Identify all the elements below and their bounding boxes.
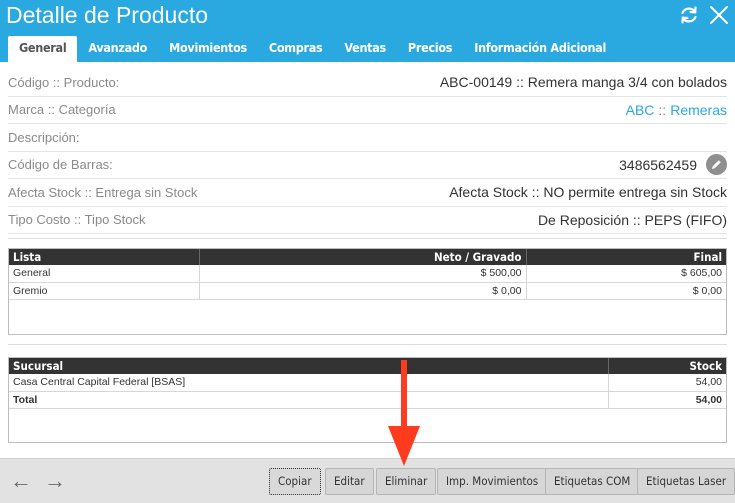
info-row-barras: Código de Barras: 3486562459	[8, 152, 727, 179]
tab-informacion-adicional[interactable]: Información Adicional	[463, 36, 617, 62]
info-row-costo: Tipo Costo :: Tipo Stock De Reposición :…	[8, 207, 727, 234]
etiquetas-laser-button[interactable]: Etiquetas Laser	[637, 468, 735, 495]
tab-ventas[interactable]: Ventas	[333, 36, 397, 62]
codigo-label: Código :: Producto:	[8, 74, 120, 90]
back-arrow-icon[interactable]: ←	[10, 468, 32, 494]
neto-cell: $ 500,00	[199, 265, 527, 283]
info-row-codigo: Código :: Producto: ABC-00149 :: Remera …	[8, 69, 727, 97]
lista-cell: General	[9, 265, 200, 283]
info-row-descripcion: Descripción:	[8, 124, 727, 152]
marca-link[interactable]: ABC	[626, 102, 655, 118]
lista-cell: Gremio	[9, 282, 200, 300]
final-cell: $ 0,00	[526, 282, 726, 300]
col-header-stock[interactable]: Stock	[608, 358, 726, 374]
total-label: Total	[9, 391, 609, 409]
marca-separator: ::	[658, 101, 667, 118]
copiar-button[interactable]: Copiar	[269, 468, 321, 495]
categoria-link[interactable]: Remeras	[670, 102, 727, 118]
etiquetas-com-button[interactable]: Etiquetas COM	[545, 468, 640, 495]
descripcion-label: Descripción:	[8, 129, 80, 145]
total-row: Total 54,00	[9, 391, 726, 409]
prices-header-row: Lista Neto / Gravado Final	[9, 249, 726, 265]
info-row-stock: Afecta Stock :: Entrega sin Stock Afecta…	[8, 179, 727, 207]
divider	[8, 238, 727, 239]
divider	[8, 344, 727, 345]
stock-value: Afecta Stock :: NO permite entrega sin S…	[449, 184, 727, 201]
stock-table: Sucursal Stock Casa Central Capital Fede…	[9, 358, 726, 409]
tab-precios[interactable]: Precios	[397, 36, 463, 62]
barras-value: 3486562459	[619, 156, 697, 173]
sucursal-cell: Casa Central Capital Federal [BSAS]	[9, 374, 609, 392]
codigo-value: ABC-00149 :: Remera manga 3/4 con bolado…	[439, 74, 727, 91]
prices-table-box: Lista Neto / Gravado Final General $ 500…	[8, 248, 727, 335]
costo-label: Tipo Costo :: Tipo Stock	[8, 212, 146, 228]
annotation-arrow	[388, 360, 420, 466]
stock-table-box: Sucursal Stock Casa Central Capital Fede…	[8, 357, 727, 443]
tab-compras[interactable]: Compras	[258, 36, 333, 62]
marca-label: Marca :: Categoría	[8, 102, 116, 118]
tab-avanzado[interactable]: Avanzado	[77, 36, 158, 62]
table-row[interactable]: General $ 500,00 $ 605,00	[9, 265, 726, 283]
dialog-title: Detalle de Producto	[6, 2, 209, 28]
tab-bar: General Avanzado Movimientos Compras Ven…	[8, 36, 617, 62]
prices-table: Lista Neto / Gravado Final General $ 500…	[9, 249, 726, 300]
costo-value: De Reposición :: PEPS (FIFO)	[537, 211, 727, 228]
final-cell: $ 605,00	[526, 265, 726, 283]
col-header-sucursal[interactable]: Sucursal	[9, 358, 609, 374]
header-bar: Detalle de Producto General Avanzado Mov…	[0, 0, 735, 62]
stock-header-row: Sucursal Stock	[9, 358, 726, 374]
close-icon[interactable]	[708, 4, 730, 26]
marca-value: ABC :: Remeras	[626, 102, 727, 118]
col-header-final[interactable]: Final	[526, 249, 726, 265]
total-value: 54,00	[608, 391, 726, 409]
col-header-lista[interactable]: Lista	[9, 249, 200, 265]
tab-general[interactable]: General	[8, 36, 78, 62]
footer-toolbar: ← → Copiar Editar Eliminar Imp. Movimien…	[0, 458, 735, 503]
forward-arrow-icon[interactable]: →	[44, 468, 66, 494]
eliminar-button[interactable]: Eliminar	[376, 468, 437, 495]
col-header-neto[interactable]: Neto / Gravado	[199, 249, 527, 265]
stock-label: Afecta Stock :: Entrega sin Stock	[8, 184, 198, 200]
pencil-icon[interactable]	[706, 154, 727, 176]
imp-movimientos-button[interactable]: Imp. Movimientos	[437, 468, 548, 495]
table-row[interactable]: Casa Central Capital Federal [BSAS] 54,0…	[9, 374, 726, 392]
stock-cell: 54,00	[608, 374, 726, 392]
table-row[interactable]: Gremio $ 0,00 $ 0,00	[9, 282, 726, 300]
barras-value-group: 3486562459	[619, 154, 727, 176]
refresh-icon[interactable]	[678, 4, 700, 26]
tab-movimientos[interactable]: Movimientos	[158, 36, 258, 62]
editar-button[interactable]: Editar	[325, 468, 374, 495]
neto-cell: $ 0,00	[199, 282, 527, 300]
product-info: Código :: Producto: ABC-00149 :: Remera …	[8, 69, 727, 234]
info-row-marca: Marca :: Categoría ABC :: Remeras	[8, 97, 727, 124]
barras-label: Código de Barras:	[8, 157, 113, 173]
